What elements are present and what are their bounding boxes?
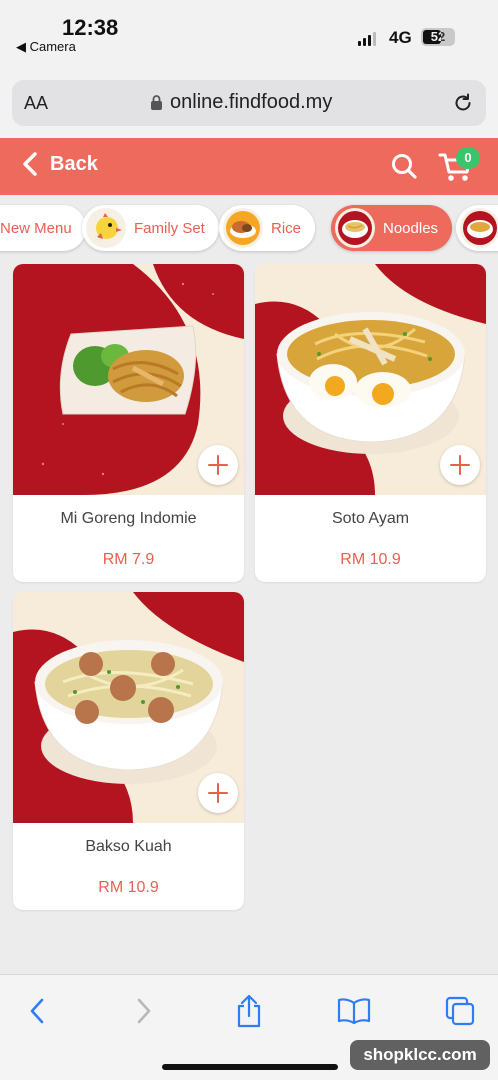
product-card[interactable]: Soto Ayam RM 10.9 (255, 264, 486, 582)
product-card[interactable]: Mi Goreng Indomie RM 7.9 (13, 264, 244, 582)
watermark: shopklcc.com (350, 1040, 490, 1070)
status-bar: 12:38 ◀ Camera 4G 52 (0, 0, 498, 64)
browser-forward-button[interactable] (126, 993, 162, 1029)
battery-level: 52 (430, 29, 446, 44)
share-icon (237, 994, 261, 1028)
product-name: Mi Goreng Indomie (60, 510, 197, 527)
bakso-kuah-image (13, 592, 244, 823)
address-bar[interactable]: AA online.findfood.my (12, 80, 486, 126)
chevron-left-icon (30, 998, 44, 1024)
cart-count-badge: 0 (456, 147, 480, 169)
product-price: RM 7.9 (102, 551, 155, 568)
tabs-button[interactable] (442, 993, 478, 1029)
chevron-right-icon (137, 998, 151, 1024)
product-price: RM 10.9 (340, 551, 401, 568)
tab-family-set[interactable]: Family Set (82, 205, 219, 251)
add-to-cart-button[interactable] (198, 773, 238, 813)
add-to-cart-button[interactable] (440, 445, 480, 485)
network-type: 4G (389, 28, 412, 47)
back-button[interactable]: Back (22, 151, 98, 177)
rice-bowl-icon (223, 208, 263, 248)
home-indicator[interactable] (162, 1064, 338, 1070)
status-time: 12:38 (62, 15, 119, 40)
soup-bowl-icon (460, 208, 498, 248)
tab-more[interactable] (456, 205, 498, 251)
product-name: Bakso Kuah (85, 838, 172, 855)
reload-icon[interactable] (452, 92, 474, 114)
plus-icon (208, 455, 228, 475)
tab-new-menu[interactable]: New Menu (0, 205, 86, 251)
tab-label: Rice (271, 219, 302, 237)
share-button[interactable] (231, 993, 267, 1029)
product-name: Soto Ayam (331, 510, 410, 527)
url-text[interactable]: online.findfood.my (170, 91, 332, 114)
product-price: RM 10.9 (98, 879, 159, 896)
browser-address-area: AA online.findfood.my (0, 64, 498, 138)
signal-icon (358, 32, 376, 46)
tab-label: Noodles (383, 219, 439, 237)
tabs-icon (445, 996, 475, 1026)
bookmarks-button[interactable] (336, 993, 372, 1029)
chick-mascot-icon (86, 208, 126, 248)
add-to-cart-button[interactable] (198, 445, 238, 485)
plus-icon (208, 783, 228, 803)
chevron-left-icon (23, 152, 37, 176)
tab-label: New Menu (0, 219, 72, 237)
category-tabs: New Menu Family Set Rice Noodles (0, 195, 498, 261)
plus-icon (450, 455, 470, 475)
browser-back-button[interactable] (19, 993, 55, 1029)
fried-noodles-image (13, 264, 244, 495)
tab-noodles[interactable]: Noodles (331, 205, 453, 251)
lock-icon (151, 95, 162, 110)
back-to-camera-link[interactable]: ◀ Camera (16, 39, 76, 55)
app-header: Back 0 (0, 138, 498, 195)
soto-ayam-image (255, 264, 486, 495)
noodle-bowl-icon (335, 208, 375, 248)
tab-label: Family Set (134, 219, 205, 237)
battery-icon: 52 (421, 28, 455, 46)
back-label: Back (50, 152, 98, 175)
book-icon (337, 998, 371, 1025)
text-size-button[interactable]: AA (24, 93, 48, 114)
tab-rice[interactable]: Rice (219, 205, 316, 251)
search-icon[interactable] (390, 152, 418, 180)
product-card[interactable]: Bakso Kuah RM 10.9 (13, 592, 244, 910)
